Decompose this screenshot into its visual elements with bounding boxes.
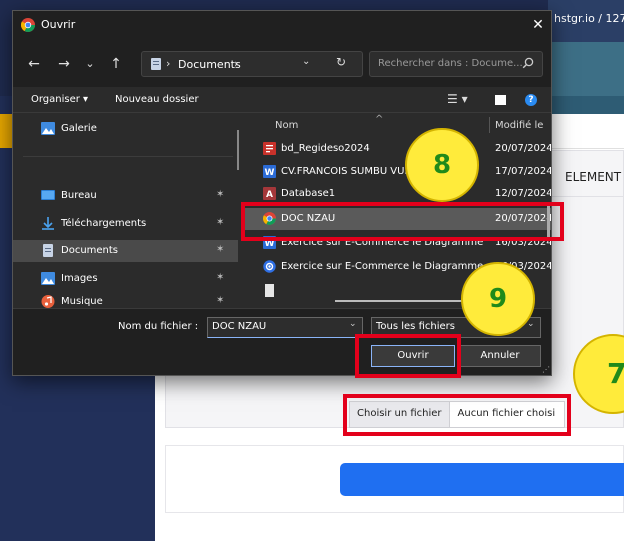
refresh-icon[interactable]: ↻ (336, 55, 346, 69)
svg-text:A: A (266, 190, 273, 200)
documents-folder-icon (151, 58, 161, 70)
annotation-box-file-input (343, 394, 571, 436)
back-arrow-icon[interactable]: ← (23, 53, 45, 75)
column-header-name[interactable]: Nom (275, 120, 298, 131)
music-icon (41, 295, 55, 308)
access-icon: A (263, 187, 276, 200)
sort-indicator-icon: ^ (375, 114, 384, 125)
cancel-button[interactable]: Annuler (459, 345, 541, 367)
search-input[interactable]: Rechercher dans : Docume... (369, 51, 543, 77)
filename-label: Nom du fichier : (118, 321, 199, 332)
column-divider[interactable] (489, 117, 490, 133)
nav-item-telechargements[interactable]: Téléchargements ✶ (13, 213, 238, 235)
pdf-icon (263, 142, 276, 155)
nav-item-galerie[interactable]: Galerie (13, 118, 238, 140)
file-date: 20/07/2024 (495, 143, 552, 154)
submit-button[interactable] (340, 463, 624, 496)
chrome-icon (21, 18, 35, 32)
gallery-icon (41, 122, 55, 135)
dialog-addressbar: ← → ⌄ ↑ › Documents › ⌄ ↻ Rechercher dan… (13, 39, 551, 87)
forward-arrow-icon[interactable]: → (53, 53, 75, 75)
nav-divider (23, 156, 233, 157)
path-bar[interactable]: › Documents › ⌄ ↻ (141, 51, 363, 77)
organise-menu[interactable]: Organiser ▾ (31, 94, 88, 105)
documents-icon (43, 244, 53, 257)
path-separator-icon: › (166, 57, 171, 70)
file-icon (265, 284, 274, 297)
svg-text:W: W (265, 168, 275, 178)
pin-icon[interactable]: ✶ (216, 189, 224, 200)
step-badge-9: 9 (461, 262, 535, 336)
nav-item-bureau[interactable]: Bureau ✶ (13, 185, 238, 207)
path-segment-documents[interactable]: Documents (178, 58, 241, 71)
filename-input[interactable]: DOC NZAU (207, 317, 363, 338)
nav-item-documents[interactable]: Documents ✶ (13, 240, 238, 262)
chevron-down-icon[interactable]: ⌄ (349, 319, 357, 329)
annotation-box-selected-file (241, 202, 564, 241)
help-icon[interactable]: ? (525, 94, 537, 106)
dialog-title: Ouvrir (41, 18, 76, 31)
desktop-icon (41, 190, 55, 200)
download-icon (42, 217, 54, 230)
file-name: Exercice sur E-Commerce le Diagramme (281, 261, 484, 272)
path-dropdown-icon[interactable]: ⌄ (302, 56, 310, 67)
pin-icon[interactable]: ✶ (216, 244, 224, 255)
new-folder-button[interactable]: Nouveau dossier (115, 94, 199, 105)
navigation-pane: Galerie Bureau ✶ Téléchargements ✶ Docum… (13, 114, 239, 308)
preview-pane-icon[interactable] (495, 95, 506, 105)
chevron-down-icon[interactable]: ⌄ (527, 319, 535, 329)
pin-icon[interactable]: ✶ (216, 295, 224, 306)
address-url-text: hstgr.io / 127.0 (554, 12, 624, 25)
recent-locations-icon[interactable]: ⌄ (79, 53, 101, 75)
file-row[interactable]: bd_Regideso2024 20/07/2024 (245, 138, 552, 160)
dialog-titlebar: Ouvrir ✕ (13, 11, 551, 39)
pin-icon[interactable]: ✶ (216, 217, 224, 228)
tab-element[interactable]: ELEMENT (565, 170, 621, 184)
browser-address-fragment[interactable]: hstgr.io / 127.0 (548, 0, 624, 42)
annotation-box-open-button (355, 334, 461, 378)
close-icon[interactable]: ✕ (527, 14, 549, 36)
resize-grip-icon[interactable]: ⋰ (542, 365, 550, 374)
column-header-date[interactable]: Modifié le (495, 120, 543, 131)
images-icon (41, 272, 55, 285)
page-header-band (548, 42, 624, 96)
path-separator-icon[interactable]: › (234, 57, 238, 70)
file-row[interactable]: W CV.FRANCOIS SUMBU VUNDU 17/07/2024 (245, 161, 552, 183)
nav-item-images[interactable]: Images ✶ (13, 268, 238, 290)
page-subheader-band (548, 96, 624, 114)
pin-icon[interactable]: ✶ (216, 272, 224, 283)
search-placeholder: Rechercher dans : Docume... (378, 58, 523, 69)
word-icon: W (263, 165, 276, 178)
file-date: 12/07/2024 (495, 188, 552, 199)
up-arrow-icon[interactable]: ↑ (105, 53, 127, 75)
step-badge-8: 8 (405, 128, 479, 202)
search-icon[interactable] (522, 57, 534, 69)
nav-scrollbar[interactable] (237, 130, 239, 170)
view-options-icon[interactable]: ☰ ▾ (447, 92, 468, 106)
file-date: 17/07/2024 (495, 166, 552, 177)
edge-icon (263, 260, 276, 273)
file-list-horizontal-scrollbar[interactable] (335, 300, 475, 302)
dialog-toolbar: Organiser ▾ Nouveau dossier ☰ ▾ ? (13, 87, 551, 113)
